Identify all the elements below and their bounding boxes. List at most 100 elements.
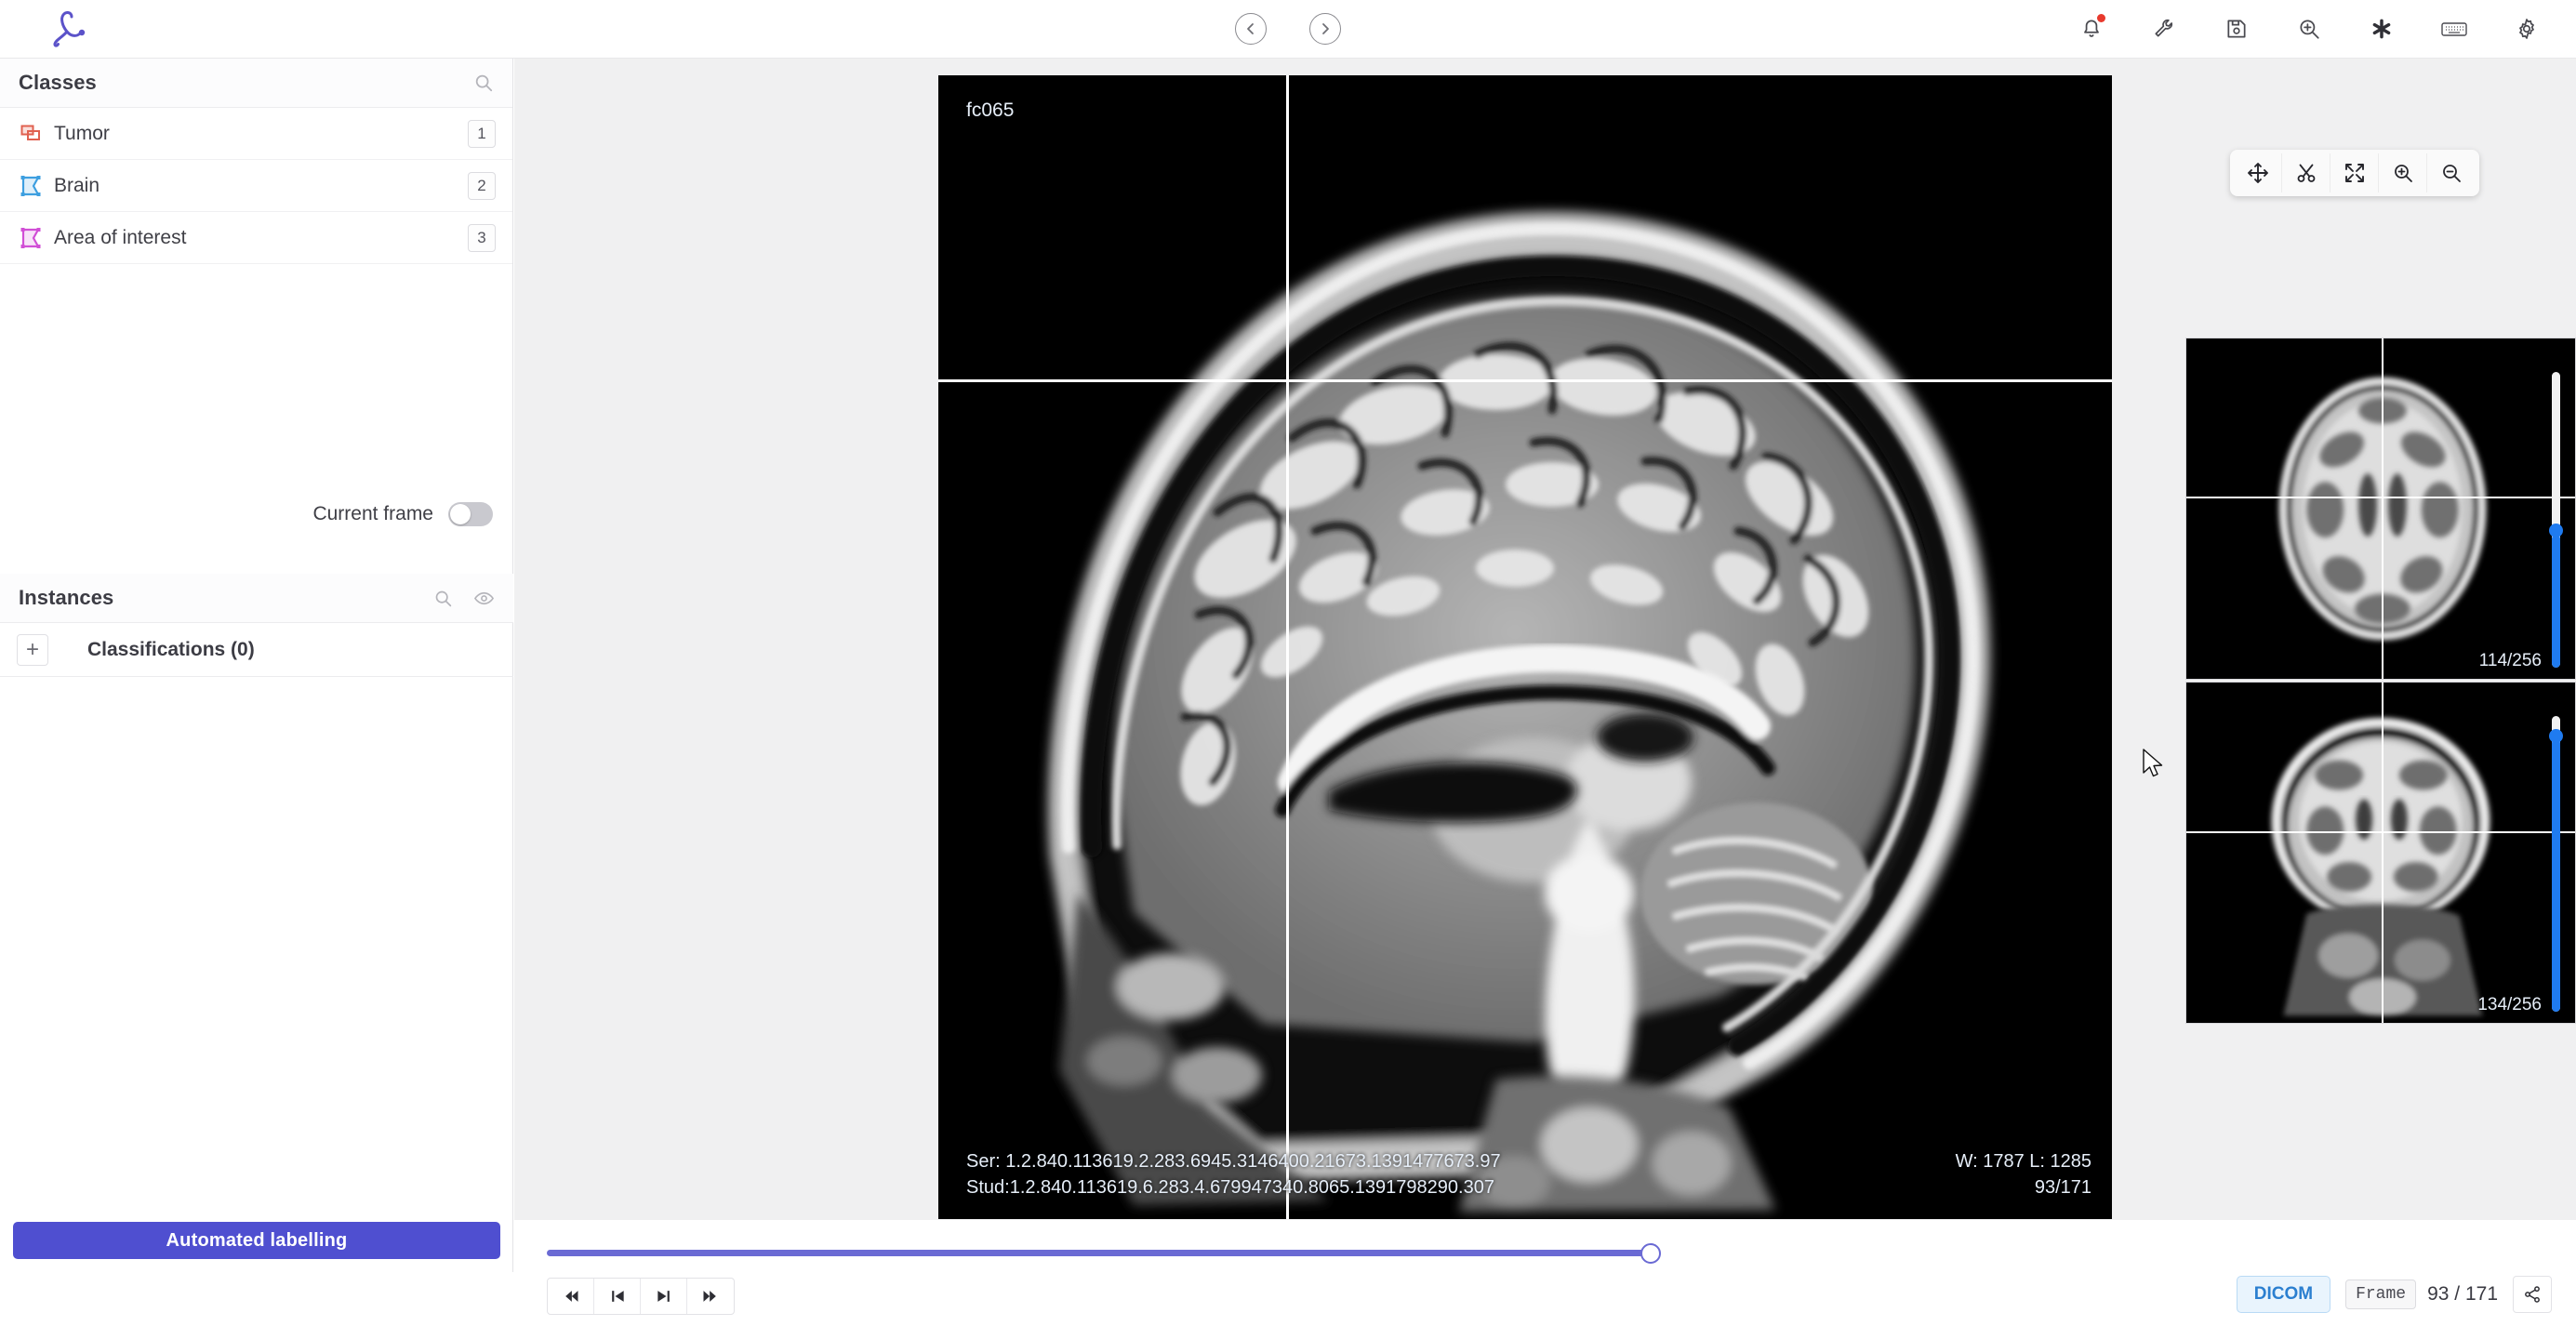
magnifier-glyph xyxy=(475,74,493,92)
skip-back-icon xyxy=(564,1291,578,1302)
move-glyph xyxy=(2247,163,2268,183)
magnifier-plus-glyph xyxy=(2300,20,2319,39)
chevron-left-icon xyxy=(1247,23,1254,34)
slider-knob[interactable] xyxy=(2549,728,2563,743)
skip-to-start-button[interactable] xyxy=(548,1279,594,1314)
move-icon[interactable] xyxy=(2234,153,2282,192)
axial-thumbnail[interactable]: 114/256 xyxy=(2185,338,2576,680)
magnifier-glyph xyxy=(435,590,452,606)
next-frame-button[interactable] xyxy=(641,1279,687,1314)
thumbnail-crosshair-horizontal xyxy=(2186,831,2575,833)
zoom-in-icon[interactable] xyxy=(2379,153,2427,192)
keyboard-glyph xyxy=(2441,22,2467,36)
coronal-thumbnail[interactable]: 134/256 xyxy=(2185,682,2576,1024)
crosshair-horizontal xyxy=(938,379,2112,382)
mouse-cursor xyxy=(2143,749,2163,777)
class-count-badge: 1 xyxy=(468,119,496,148)
scissors-glyph xyxy=(2297,164,2315,182)
add-classification-button[interactable]: + xyxy=(17,633,48,666)
classes-search-icon[interactable] xyxy=(473,73,494,93)
bottom-bar: DICOM Frame 93 / 171 xyxy=(514,1220,2576,1326)
bell-icon[interactable] xyxy=(2076,13,2107,45)
dicom-mode-chip[interactable]: DICOM xyxy=(2236,1276,2331,1313)
gear-icon[interactable] xyxy=(2511,13,2543,45)
viewer-study-uid: Stud:1.2.840.113619.6.283.4.679947340.80… xyxy=(966,1177,1494,1198)
eye-glyph xyxy=(473,591,495,604)
transport-controls xyxy=(547,1278,735,1315)
fit-glyph xyxy=(2344,164,2364,182)
current-frame-toggle-row: Current frame xyxy=(0,486,513,542)
polygon-glyph xyxy=(20,227,41,248)
scissors-icon[interactable] xyxy=(2282,153,2330,192)
polygon-icon xyxy=(17,227,45,249)
bbox-glyph xyxy=(20,125,40,140)
viewer-tool-palette xyxy=(2230,150,2479,196)
polygon-glyph xyxy=(20,175,41,196)
previous-item-button[interactable] xyxy=(1235,13,1267,45)
sagittal-mri-image xyxy=(938,75,2112,1219)
class-label: Area of interest xyxy=(54,226,187,248)
axial-slice-slider[interactable] xyxy=(2549,372,2563,668)
crosshair-vertical xyxy=(1286,75,1289,1219)
instances-section: Instances + Classifications (0) xyxy=(0,574,513,677)
left-sidebar: Classes Tumor 1 Brain 2 Area of interest… xyxy=(0,59,513,1272)
thumbnail-crosshair-horizontal xyxy=(2186,497,2575,498)
class-label: Tumor xyxy=(54,122,110,144)
class-row-area-of-interest[interactable]: Area of interest 3 xyxy=(0,212,512,264)
classifications-row[interactable]: + Classifications (0) xyxy=(0,623,513,677)
instances-visibility-icon[interactable] xyxy=(473,588,495,609)
class-count-badge: 3 xyxy=(468,223,496,252)
wrench-glyph xyxy=(2155,19,2173,37)
bounding-box-icon xyxy=(17,123,45,145)
main-dicom-viewer[interactable]: fc065 Ser: 1.2.840.113619.2.283.6945.314… xyxy=(938,75,2112,1219)
class-row-tumor[interactable]: Tumor 1 xyxy=(0,108,512,160)
viewer-window-level: W: 1787 L: 1285 xyxy=(1955,1151,2091,1172)
asterisk-icon[interactable] xyxy=(2366,13,2397,45)
thumbnail-crosshair-vertical xyxy=(2382,683,2383,1023)
orthogonal-thumbnails: 114/256 134/256 xyxy=(2185,338,2576,1026)
coronal-slice-counter: 134/256 xyxy=(2477,995,2542,1014)
viewer-stage: fc065 Ser: 1.2.840.113619.2.283.6945.314… xyxy=(514,59,2576,1220)
fit-screen-icon[interactable] xyxy=(2330,153,2379,192)
instances-panel-header: Instances xyxy=(0,574,513,623)
zoom-out-icon[interactable] xyxy=(2427,153,2476,192)
frame-indicator: Frame 93 / 171 xyxy=(2345,1280,2498,1309)
step-back-icon xyxy=(611,1291,624,1302)
slider-fill xyxy=(2552,534,2560,668)
automated-labelling-button[interactable]: Automated labelling xyxy=(13,1222,500,1259)
coronal-slice-slider[interactable] xyxy=(2549,716,2563,1012)
thumbnail-crosshair-vertical xyxy=(2382,338,2383,679)
classifications-label: Classifications (0) xyxy=(87,638,255,660)
encord-logo[interactable] xyxy=(0,0,139,59)
save-icon[interactable] xyxy=(2221,13,2252,45)
class-count-badge: 2 xyxy=(468,171,496,200)
topbar-actions xyxy=(2076,13,2543,45)
slider-knob[interactable] xyxy=(2549,524,2563,538)
frame-label: Frame xyxy=(2345,1280,2417,1309)
viewer-series-uid: Ser: 1.2.840.113619.2.283.6945.3146400.2… xyxy=(966,1151,1501,1172)
timeline-knob[interactable] xyxy=(1640,1243,1661,1264)
skip-forward-icon xyxy=(703,1291,716,1302)
axial-mri-image xyxy=(2186,338,2575,679)
bottom-right-controls: DICOM Frame 93 / 171 xyxy=(2236,1276,2552,1313)
magnifier-plus-glyph xyxy=(2394,165,2412,182)
viewer-navigation xyxy=(1235,13,1341,45)
share-button[interactable] xyxy=(2513,1276,2552,1313)
coronal-mri-image xyxy=(2186,683,2575,1023)
current-frame-toggle[interactable] xyxy=(448,502,493,526)
dicom-annotation-app: Classes Tumor 1 Brain 2 Area of interest… xyxy=(0,0,2576,1326)
frame-value: 93 / 171 xyxy=(2427,1283,2498,1305)
magnifier-minus-glyph xyxy=(2443,165,2461,182)
step-forward-icon xyxy=(657,1291,670,1302)
instances-title: Instances xyxy=(19,586,114,609)
wrench-icon[interactable] xyxy=(2148,13,2180,45)
next-item-button[interactable] xyxy=(1309,13,1341,45)
frame-timeline-slider[interactable] xyxy=(547,1240,2546,1265)
instances-search-icon[interactable] xyxy=(433,589,453,608)
top-navigation-bar xyxy=(0,0,2576,59)
keyboard-icon[interactable] xyxy=(2438,13,2470,45)
zoom-in-icon[interactable] xyxy=(2293,13,2325,45)
previous-frame-button[interactable] xyxy=(594,1279,641,1314)
class-row-brain[interactable]: Brain 2 xyxy=(0,160,512,212)
skip-to-end-button[interactable] xyxy=(687,1279,734,1314)
